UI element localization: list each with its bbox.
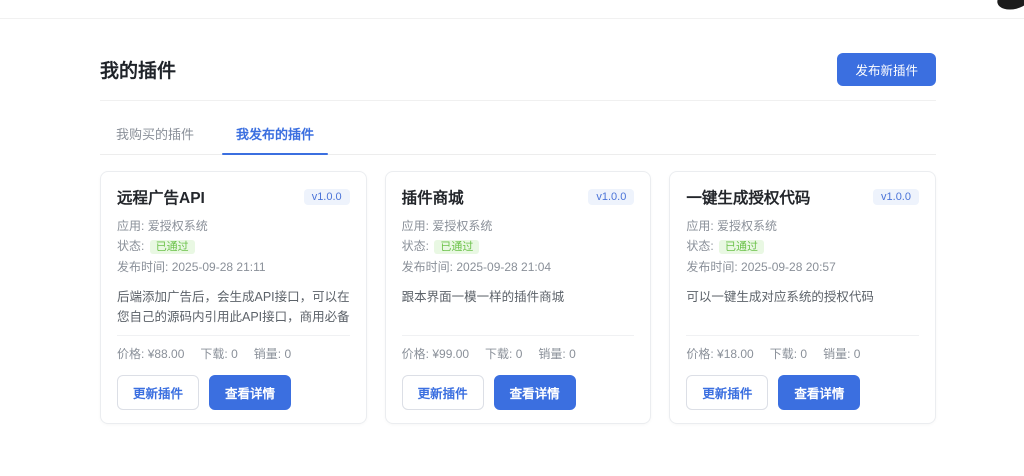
sales-stat: 销量: 0 bbox=[254, 345, 291, 362]
status-line: 状态: 已通过 bbox=[117, 237, 350, 257]
app-label: 应用: bbox=[402, 219, 429, 233]
plugin-title: 插件商城 bbox=[402, 186, 464, 208]
app-label: 应用: bbox=[686, 219, 713, 233]
app-value: 爱授权系统 bbox=[432, 219, 492, 233]
plugin-description: 后端添加广告后，会生成API接口，可以在您自己的源码内引用此API接口，商用必备 bbox=[117, 287, 350, 329]
plugin-card-grid: 远程广告API v1.0.0 应用: 爱授权系统 状态: 已通过 发布时间: 2… bbox=[100, 171, 936, 424]
publish-time-line: 发布时间: 2025-09-28 20:57 bbox=[686, 258, 919, 277]
version-badge: v1.0.0 bbox=[873, 189, 919, 205]
view-details-button[interactable]: 查看详情 bbox=[778, 375, 860, 410]
downloads-stat: 下载: 0 bbox=[770, 345, 807, 362]
status-label: 状态: bbox=[402, 239, 429, 253]
status-line: 状态: 已通过 bbox=[402, 237, 635, 257]
publish-time-value: 2025-09-28 21:11 bbox=[172, 260, 266, 274]
status-badge: 已通过 bbox=[150, 240, 195, 254]
app-line: 应用: 爱授权系统 bbox=[686, 217, 919, 236]
app-label: 应用: bbox=[117, 219, 144, 233]
publish-time-label: 发布时间: bbox=[402, 260, 453, 274]
app-value: 爱授权系统 bbox=[717, 219, 777, 233]
version-badge: v1.0.0 bbox=[588, 189, 634, 205]
publish-time-line: 发布时间: 2025-09-28 21:11 bbox=[117, 258, 350, 277]
price-stat: 价格: ¥88.00 bbox=[117, 345, 184, 362]
plugin-description: 跟本界面一模一样的插件商城 bbox=[402, 287, 635, 329]
top-strip bbox=[0, 0, 1024, 19]
sales-stat: 销量: 0 bbox=[538, 345, 575, 362]
plugin-card: 远程广告API v1.0.0 应用: 爱授权系统 状态: 已通过 发布时间: 2… bbox=[100, 171, 367, 424]
plugin-title: 远程广告API bbox=[117, 186, 205, 208]
publish-time-line: 发布时间: 2025-09-28 21:04 bbox=[402, 258, 635, 277]
status-line: 状态: 已通过 bbox=[686, 237, 919, 257]
main-content: 我的插件 发布新插件 我购买的插件 我发布的插件 远程广告API v1.0.0 … bbox=[100, 19, 936, 424]
price-stat: 价格: ¥18.00 bbox=[686, 345, 753, 362]
tab-purchased-plugins[interactable]: 我购买的插件 bbox=[102, 115, 208, 154]
view-details-button[interactable]: 查看详情 bbox=[209, 375, 291, 410]
publish-time-label: 发布时间: bbox=[686, 260, 737, 274]
corner-avatar-fragment bbox=[995, 0, 1024, 13]
card-divider bbox=[686, 335, 919, 336]
status-label: 状态: bbox=[686, 239, 713, 253]
tab-bar: 我购买的插件 我发布的插件 bbox=[100, 115, 936, 155]
app-line: 应用: 爱授权系统 bbox=[402, 217, 635, 236]
update-plugin-button[interactable]: 更新插件 bbox=[686, 375, 768, 410]
card-divider bbox=[117, 335, 350, 336]
stats-row: 价格: ¥99.00 下载: 0 销量: 0 bbox=[402, 345, 635, 362]
publish-time-value: 2025-09-28 21:04 bbox=[456, 260, 551, 274]
plugin-description: 可以一键生成对应系统的授权代码 bbox=[686, 287, 919, 329]
plugin-title: 一键生成授权代码 bbox=[686, 186, 810, 208]
update-plugin-button[interactable]: 更新插件 bbox=[117, 375, 199, 410]
status-badge: 已通过 bbox=[719, 240, 764, 254]
publish-time-value: 2025-09-28 20:57 bbox=[741, 260, 836, 274]
publish-new-plugin-button[interactable]: 发布新插件 bbox=[837, 53, 936, 86]
app-line: 应用: 爱授权系统 bbox=[117, 217, 350, 236]
tab-published-plugins[interactable]: 我发布的插件 bbox=[222, 115, 328, 154]
sales-stat: 销量: 0 bbox=[823, 345, 860, 362]
card-divider bbox=[402, 335, 635, 336]
status-badge: 已通过 bbox=[434, 240, 479, 254]
downloads-stat: 下载: 0 bbox=[200, 345, 237, 362]
downloads-stat: 下载: 0 bbox=[485, 345, 522, 362]
version-badge: v1.0.0 bbox=[304, 189, 350, 205]
stats-row: 价格: ¥18.00 下载: 0 销量: 0 bbox=[686, 345, 919, 362]
price-stat: 价格: ¥99.00 bbox=[402, 345, 469, 362]
plugin-card: 插件商城 v1.0.0 应用: 爱授权系统 状态: 已通过 发布时间: 2025… bbox=[385, 171, 652, 424]
status-label: 状态: bbox=[117, 239, 144, 253]
publish-time-label: 发布时间: bbox=[117, 260, 168, 274]
page-title: 我的插件 bbox=[100, 56, 176, 83]
plugin-card: 一键生成授权代码 v1.0.0 应用: 爱授权系统 状态: 已通过 发布时间: … bbox=[669, 171, 936, 424]
page-header: 我的插件 发布新插件 bbox=[100, 19, 936, 101]
view-details-button[interactable]: 查看详情 bbox=[494, 375, 576, 410]
stats-row: 价格: ¥88.00 下载: 0 销量: 0 bbox=[117, 345, 350, 362]
update-plugin-button[interactable]: 更新插件 bbox=[402, 375, 484, 410]
app-value: 爱授权系统 bbox=[148, 219, 208, 233]
